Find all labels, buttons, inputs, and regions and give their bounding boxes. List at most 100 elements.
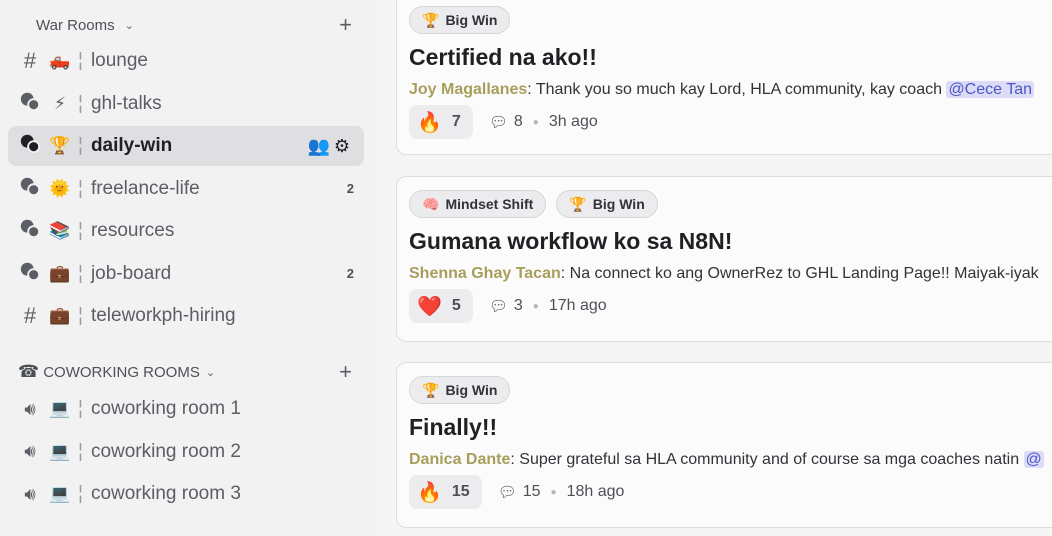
forum-post-card[interactable]: 🏆 Big Win Finally!! Danica Dante: Super g…: [396, 362, 1052, 528]
tag-label: Big Win: [592, 196, 645, 212]
comment-count: 3: [513, 297, 523, 314]
channel-name: coworking room 2: [90, 440, 241, 462]
separator: ¦: [78, 135, 83, 156]
category-label: COWORKING ROOMS: [43, 363, 200, 381]
reaction-button[interactable]: 🔥 7: [409, 105, 473, 139]
tag-big-win: 🏆 Big Win: [556, 190, 658, 218]
channel-name: coworking room 1: [90, 398, 241, 419]
author-name[interactable]: Joy Magallanes: [409, 81, 527, 98]
preview-text: : Thank you so much kay Lord, HLA commun…: [527, 81, 947, 98]
channel-emoji-icon: 💻: [49, 399, 71, 418]
unread-badge: 2: [346, 181, 354, 196]
voice-channel[interactable]: 🔊︎ 💻 ¦ coworking room 3: [8, 474, 364, 514]
speaker-icon: 🔊︎: [24, 441, 36, 461]
channel-teleworkph-hiring[interactable]: # 💼 ¦ teleworkph-hiring: [8, 296, 364, 336]
reaction-emoji-icon: 🔥: [417, 481, 442, 504]
voice-channel[interactable]: 🔊︎ 💻 ¦ coworking room 1: [8, 389, 364, 429]
dot-separator: ●: [550, 486, 557, 498]
hashtag-icon: #: [23, 48, 37, 73]
separator: ¦: [78, 398, 83, 419]
reaction-count: 7: [451, 113, 461, 130]
post-title: Certified na ako!!: [409, 44, 597, 70]
tag-emoji-icon: 🧠: [422, 195, 440, 212]
chevron-down-icon: ⌄: [205, 366, 216, 379]
channel-freelance-life[interactable]: 🌞 ¦ freelance-life 2: [8, 169, 364, 209]
channel-emoji-icon: 💻: [49, 441, 71, 461]
preview-text: : Na connect ko ang OwnerRez to GHL Land…: [560, 265, 1039, 282]
category-label: War Rooms: [36, 16, 115, 34]
user-mention[interactable]: @: [1023, 451, 1044, 468]
category-war-rooms[interactable]: War Rooms ⌄ +: [18, 12, 356, 38]
voice-channel[interactable]: 🔊︎ 💻 ¦ coworking room 2: [8, 432, 364, 472]
post-title: Gumana workflow ko sa N8N!: [409, 228, 733, 254]
separator: ¦: [78, 50, 83, 71]
channel-emoji-icon: 💻: [49, 484, 71, 503]
channel-resources[interactable]: 📚 ¦ resources: [8, 211, 364, 251]
channel-emoji-icon: 🌞: [49, 178, 71, 198]
author-name[interactable]: Shenna Ghay Tacan: [409, 265, 561, 282]
separator: ¦: [78, 440, 83, 462]
forum-icon: [18, 260, 42, 288]
post-preview: Danica Dante: Super grateful sa HLA comm…: [409, 451, 1052, 469]
forum-icon: [18, 175, 42, 203]
tag-emoji-icon: 🏆: [422, 11, 440, 28]
unread-badge: 2: [346, 266, 354, 281]
tag-big-win: 🏆 Big Win: [409, 376, 511, 404]
post-time: 18h ago: [566, 483, 625, 500]
channel-name: lounge: [90, 50, 148, 71]
category-coworking-rooms[interactable]: ☎ COWORKING ROOMS ⌄ +: [18, 359, 356, 385]
add-channel-button[interactable]: +: [339, 12, 352, 38]
reaction-emoji-icon: 🔥: [417, 111, 442, 134]
tag-label: Big Win: [445, 12, 498, 28]
separator: ¦: [78, 220, 83, 241]
channel-name: teleworkph-hiring: [90, 305, 236, 326]
channel-ghl-talks[interactable]: ⚡ ¦ ghl-talks: [8, 84, 364, 124]
user-mention[interactable]: @Cece Tan: [946, 81, 1034, 98]
channel-name: ghl-talks: [90, 92, 162, 114]
post-preview: Shenna Ghay Tacan: Na connect ko ang Own…: [409, 265, 1052, 283]
channel-name: coworking room 3: [90, 483, 241, 504]
tag-mindset-shift: 🧠 Mindset Shift: [409, 190, 547, 218]
channel-emoji-icon: 🛻: [49, 51, 71, 70]
channel-emoji-icon: 📚: [49, 221, 71, 240]
phone-icon: ☎: [18, 362, 40, 381]
channel-emoji-icon: 🏆: [49, 136, 71, 155]
forum-post-card[interactable]: 🏆 Big Win Certified na ako!! Joy Magallan…: [396, 0, 1052, 155]
comment-icon: 💬︎: [488, 114, 508, 131]
separator: ¦: [78, 305, 83, 326]
post-time: 17h ago: [548, 297, 607, 314]
speaker-icon: 🔊︎: [24, 483, 36, 504]
reaction-count: 5: [451, 297, 461, 314]
channel-job-board[interactable]: 💼 ¦ job-board 2: [8, 254, 364, 294]
reaction-button[interactable]: 🔥 15: [409, 475, 482, 509]
reaction-emoji-icon: ❤️: [417, 295, 442, 318]
channel-sidebar: War Rooms ⌄ + # 🛻 ¦ lounge ⚡ ¦ ghl-talks…: [0, 0, 376, 536]
channel-lounge[interactable]: # 🛻 ¦ lounge: [8, 41, 364, 81]
channel-daily-win[interactable]: 🏆 ¦ daily-win 👥⚙: [8, 126, 364, 166]
author-name[interactable]: Danica Dante: [409, 451, 510, 468]
channel-name: resources: [90, 220, 175, 241]
invite-icon[interactable]: 👥: [307, 136, 333, 156]
comment-icon: 💬︎: [497, 484, 517, 501]
channel-emoji-icon: ⚡: [54, 93, 66, 113]
forum-post-list: 🏆 Big Win Certified na ako!! Joy Magallan…: [376, 0, 1052, 536]
channel-name: freelance-life: [90, 177, 200, 199]
speaker-icon: 🔊︎: [24, 398, 36, 419]
dot-separator: ●: [532, 300, 539, 312]
post-title: Finally!!: [409, 414, 498, 440]
separator: ¦: [78, 483, 83, 504]
tag-emoji-icon: 🏆: [422, 381, 440, 398]
forum-icon: [18, 132, 42, 160]
add-channel-button[interactable]: +: [339, 359, 352, 385]
preview-text: : Super grateful sa HLA community and of…: [510, 451, 1024, 468]
reaction-count: 15: [451, 483, 470, 500]
forum-post-card[interactable]: 🧠 Mindset Shift 🏆 Big Win Gumana workflow k…: [396, 176, 1052, 342]
dot-separator: ●: [532, 116, 539, 128]
comment-icon: 💬︎: [488, 298, 508, 315]
post-preview: Joy Magallanes: Thank you so much kay Lo…: [409, 81, 1052, 99]
gear-icon[interactable]: ⚙: [334, 136, 354, 156]
channel-name: job-board: [90, 262, 172, 284]
tag-emoji-icon: 🏆: [569, 195, 587, 212]
reaction-button[interactable]: ❤️ 5: [409, 289, 473, 323]
chevron-down-icon: ⌄: [124, 19, 134, 32]
